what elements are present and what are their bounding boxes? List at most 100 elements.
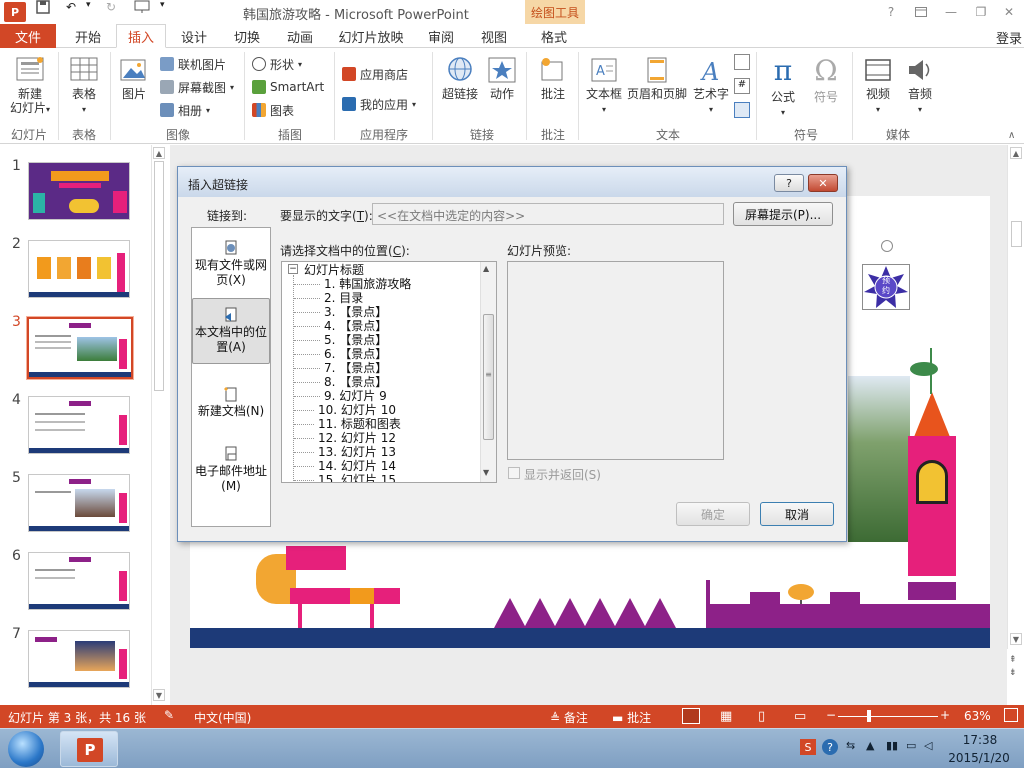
tree-item[interactable]: 9. 幻灯片 9 [324, 389, 387, 403]
zoom-level[interactable]: 63% [964, 709, 991, 723]
tab-slideshow[interactable]: 幻灯片放映 [332, 24, 410, 48]
tree-item[interactable]: 12. 幻灯片 12 [318, 431, 396, 445]
tray-volume-icon[interactable]: ◁ [924, 739, 932, 752]
comments-button[interactable]: ▬ 批注 [612, 709, 651, 726]
tray-power-icon[interactable]: ▭ [906, 739, 916, 752]
tab-insert[interactable]: 插入 [116, 24, 166, 48]
show-return-checkbox[interactable] [508, 467, 520, 479]
start-slideshow-icon[interactable] [134, 0, 150, 17]
scroll-thumb[interactable] [1011, 221, 1022, 247]
store-button[interactable]: 应用商店 [342, 64, 408, 84]
shapes-button[interactable]: 形状 ▾ [252, 54, 302, 74]
fit-to-window-icon[interactable] [1004, 708, 1018, 722]
scroll-down-icon[interactable]: ▼ [153, 689, 165, 701]
table-button[interactable]: 表格 ▾ [62, 56, 106, 117]
screenshot-button[interactable]: 屏幕截图 ▾ [160, 77, 234, 97]
ribbon-display-options-icon[interactable] [910, 2, 932, 22]
chart-button[interactable]: 图表 [252, 100, 294, 120]
scroll-up-icon[interactable]: ▲ [1010, 147, 1022, 159]
zoom-in-icon[interactable]: + [940, 708, 950, 722]
photo-album-button[interactable]: 相册 ▾ [160, 100, 210, 120]
tree-item[interactable]: 6. 【景点】 [324, 347, 387, 361]
tree-item[interactable]: 15. 幻灯片 15 [318, 473, 396, 482]
undo-icon[interactable]: ↶ [66, 0, 76, 14]
slide-sorter-icon[interactable]: ▦ [720, 709, 732, 724]
tab-file[interactable]: 文件 [0, 24, 56, 48]
language-status[interactable]: 中文(中国) [194, 709, 251, 726]
equation-button[interactable]: π 公式 ▾ [762, 56, 804, 120]
object-icon[interactable] [734, 102, 750, 118]
taskbar-powerpoint-button[interactable]: P [60, 731, 118, 767]
tree-scrollbar[interactable]: ▲ ≡ ▼ [480, 262, 496, 482]
tab-transitions[interactable]: 切换 [222, 24, 272, 48]
collapse-ribbon-icon[interactable]: ∧ [1008, 130, 1015, 141]
smartart-button[interactable]: SmartArt [252, 77, 324, 97]
slide-thumbnail-7[interactable] [28, 630, 130, 688]
comment-button[interactable]: 批注 [532, 56, 574, 101]
tree-item[interactable]: 10. 幻灯片 10 [318, 403, 396, 417]
notes-button[interactable]: ≜ 备注 [550, 709, 588, 726]
spellcheck-icon[interactable]: ✎ [164, 708, 174, 722]
screentip-button[interactable]: 屏幕提示(P)... [733, 202, 833, 226]
thumbnail-scrollbar[interactable]: ▲ ▼ [151, 145, 166, 705]
help-button[interactable]: ? [880, 2, 902, 22]
save-icon[interactable] [36, 0, 50, 17]
video-button[interactable]: 视频 ▾ [858, 56, 898, 117]
tray-signal-icon[interactable]: ▮▮ [886, 739, 898, 752]
tab-animations[interactable]: 动画 [274, 24, 326, 48]
tree-item[interactable]: 1. 韩国旅游攻略 [324, 277, 411, 291]
symbol-button[interactable]: Ω 符号 [806, 56, 846, 105]
zoom-slider-thumb[interactable] [867, 710, 871, 722]
slide-number-icon[interactable]: # [734, 78, 750, 94]
slideshow-view-icon[interactable]: ▭ [794, 709, 806, 724]
clock-date[interactable]: 2015/1/20 [944, 751, 1014, 765]
minimize-icon[interactable]: — [940, 2, 962, 22]
link-option-place-in-document[interactable]: 本文档中的位 置(A) [192, 298, 270, 364]
header-footer-button[interactable]: 页眉和页脚 [626, 56, 688, 101]
cancel-button[interactable]: 取消 [760, 502, 834, 526]
tray-ime-icon[interactable]: S [800, 739, 816, 755]
tab-home[interactable]: 开始 [62, 24, 114, 48]
tray-network-icon[interactable]: ⇆ [846, 739, 855, 752]
document-place-tree[interactable]: − 幻灯片标题 1. 韩国旅游攻略 2. 目录 3. 【景点】 4. 【景点】 5. 【… [281, 261, 497, 483]
slide-thumbnail-5[interactable] [28, 474, 130, 532]
slide-thumbnail-1[interactable] [28, 162, 130, 220]
tab-review[interactable]: 审阅 [418, 24, 464, 48]
prev-next-slide-icons[interactable]: ⇞ ⇟ [1009, 654, 1017, 680]
tray-help-icon[interactable]: ? [822, 739, 838, 755]
audio-button[interactable]: 音频 ▾ [900, 56, 940, 117]
action-button[interactable]: 动作 [482, 56, 522, 101]
link-option-email[interactable]: 电子邮件地址 (M) [192, 446, 270, 494]
wordart-button[interactable]: A 艺术字 ▾ [690, 56, 732, 117]
undo-dropdown-icon[interactable]: ▾ [86, 0, 91, 10]
scroll-thumb[interactable]: ≡ [483, 314, 494, 440]
textbox-button[interactable]: A 文本框 ▾ [582, 56, 626, 117]
online-pictures-button[interactable]: 联机图片 [160, 54, 226, 74]
scroll-down-icon[interactable]: ▼ [1010, 633, 1022, 645]
collapse-toggle-icon[interactable]: − [288, 264, 298, 274]
scroll-down-icon[interactable]: ▼ [483, 468, 489, 477]
my-apps-button[interactable]: 我的应用 ▾ [342, 94, 416, 114]
slide-thumbnail-3[interactable] [26, 316, 134, 380]
tab-design[interactable]: 设计 [168, 24, 220, 48]
customize-qat-icon[interactable]: ▾ [160, 0, 165, 10]
signin-link[interactable]: 登录 [996, 28, 1022, 47]
dialog-help-button[interactable]: ? [774, 174, 804, 192]
slide-thumbnail-6[interactable] [28, 552, 130, 610]
zoom-slider-track[interactable] [838, 716, 938, 717]
dialog-close-button[interactable]: ✕ [808, 174, 838, 192]
scroll-thumb[interactable] [154, 161, 164, 391]
close-icon[interactable]: ✕ [998, 2, 1020, 22]
slide-vertical-scrollbar[interactable]: ▲ ▼ [1007, 145, 1024, 649]
slide-thumbnail-2[interactable] [28, 240, 130, 298]
normal-view-icon[interactable] [682, 708, 700, 724]
new-slide-button[interactable]: 新建 幻灯片▾ [4, 56, 56, 117]
tree-item[interactable]: 11. 标题和图表 [318, 417, 401, 431]
tree-item[interactable]: 14. 幻灯片 14 [318, 459, 396, 473]
tree-item[interactable]: 2. 目录 [324, 291, 363, 305]
tree-item[interactable]: 4. 【景点】 [324, 319, 387, 333]
link-option-existing-file[interactable]: 现有文件或网 页(X) [192, 240, 270, 288]
rotate-handle-icon[interactable] [881, 240, 893, 252]
scroll-up-icon[interactable]: ▲ [483, 264, 489, 273]
restore-icon[interactable]: ❐ [970, 2, 992, 22]
